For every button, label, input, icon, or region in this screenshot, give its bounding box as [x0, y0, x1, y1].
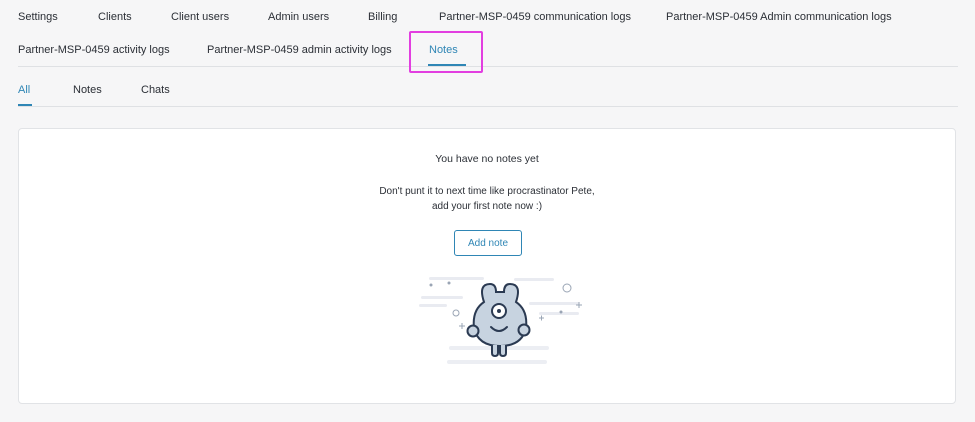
add-note-button[interactable]: Add note — [454, 230, 522, 256]
subtab-chats[interactable]: Chats — [141, 84, 170, 96]
tab-settings[interactable]: Settings — [18, 11, 58, 23]
sub-tab-bar: All Notes Chats — [18, 67, 958, 107]
tab-admin-users[interactable]: Admin users — [268, 11, 329, 23]
tab-clients[interactable]: Clients — [98, 11, 132, 23]
subtab-all[interactable]: All — [18, 84, 30, 96]
empty-notes-illustration-icon — [419, 277, 582, 364]
subtab-notes[interactable]: Notes — [73, 84, 102, 96]
empty-state-description: Don't punt it to next time like procrast… — [19, 184, 955, 214]
tab-admin-communication-logs[interactable]: Partner-MSP-0459 Admin communication log… — [666, 11, 892, 23]
tab-communication-logs[interactable]: Partner-MSP-0459 communication logs — [439, 11, 631, 23]
active-subtab-indicator — [18, 104, 32, 106]
page: Settings Clients Client users Admin user… — [0, 0, 975, 422]
tab-client-users[interactable]: Client users — [171, 11, 229, 23]
notes-empty-card: You have no notes yet Don't punt it to n… — [18, 128, 956, 404]
empty-state-line-2: add your first note now :) — [431, 201, 543, 212]
tab-billing[interactable]: Billing — [368, 11, 397, 23]
tab-activity-logs[interactable]: Partner-MSP-0459 activity logs — [18, 44, 170, 56]
tab-admin-activity-logs[interactable]: Partner-MSP-0459 admin activity logs — [207, 44, 392, 56]
top-tab-bar: Settings Clients Client users Admin user… — [18, 0, 958, 67]
empty-state-line-1: Don't punt it to next time like procrast… — [379, 186, 595, 197]
empty-state-title: You have no notes yet — [435, 153, 539, 165]
tab-notes[interactable]: Notes — [429, 44, 458, 56]
active-tab-indicator — [428, 64, 466, 66]
